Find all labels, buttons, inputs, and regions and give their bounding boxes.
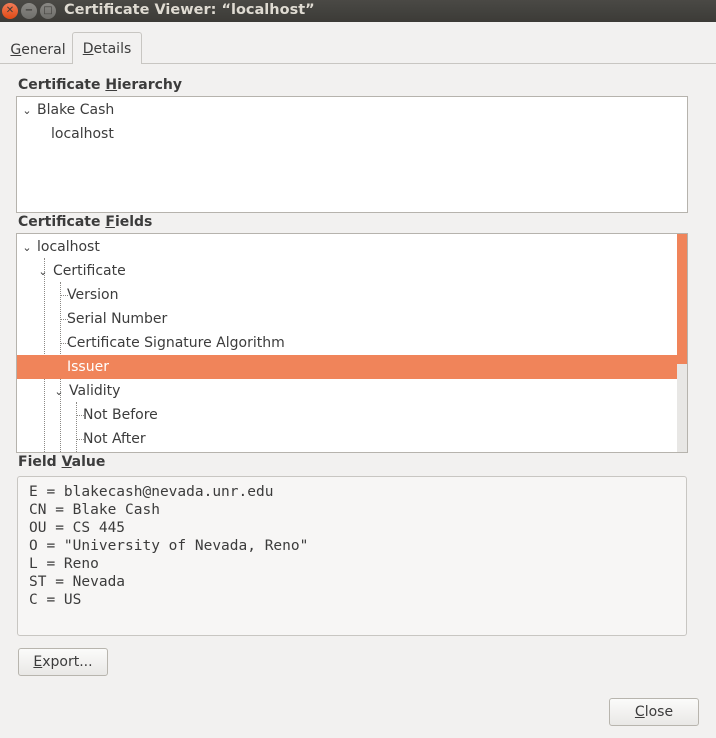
hierarchy-heading-mnemonic: H xyxy=(105,77,118,93)
chevron-down-icon[interactable]: ⌄ xyxy=(53,385,65,398)
fields-heading: Certificate Fields xyxy=(18,214,152,230)
maximize-icon[interactable]: □ xyxy=(40,3,56,19)
tab-general[interactable]: General xyxy=(4,38,72,62)
fields-tree[interactable]: ⌄ localhost ⌄ Certificate Version Serial… xyxy=(16,233,688,453)
hierarchy-row-leaf[interactable]: localhost xyxy=(17,122,687,146)
chevron-down-icon[interactable]: ⌄ xyxy=(21,104,33,117)
fields-heading-mnemonic: F xyxy=(105,214,115,230)
tab-general-mnemonic: G xyxy=(10,42,22,58)
tab-details-mnemonic: D xyxy=(82,40,94,57)
fields-row-label: Not Before xyxy=(83,407,158,423)
window-title: Certificate Viewer: “localhost” xyxy=(64,2,315,18)
fields-row-label: localhost xyxy=(37,239,100,255)
fields-row-not-after[interactable]: Not After xyxy=(17,427,677,451)
fields-row-label: Version xyxy=(67,287,119,303)
hierarchy-heading: Certificate Hierarchy xyxy=(18,77,182,93)
hierarchy-leaf-label: localhost xyxy=(51,126,114,142)
fields-row-label: Certificate Signature Algorithm xyxy=(67,335,285,351)
fields-row-label: Serial Number xyxy=(67,311,168,327)
close-button[interactable]: Close xyxy=(609,698,699,726)
close-icon[interactable]: ✕ xyxy=(2,3,18,19)
chevron-down-icon[interactable]: ⌄ xyxy=(37,265,49,278)
fields-row-issuer[interactable]: Issuer xyxy=(17,355,677,379)
fields-row-localhost[interactable]: ⌄ localhost xyxy=(17,235,677,259)
fields-row-label: Not After xyxy=(83,431,146,447)
fields-heading-pre: Certificate xyxy=(18,214,106,230)
tab-details[interactable]: Details xyxy=(72,32,142,64)
fields-row-label: Issuer xyxy=(67,359,109,375)
fields-row-not-before[interactable]: Not Before xyxy=(17,403,677,427)
close-button-mnemonic: C xyxy=(634,704,645,720)
hierarchy-tree[interactable]: ⌄ Blake Cash localhost xyxy=(16,96,688,213)
tab-details-label: etails xyxy=(93,40,132,57)
field-value-heading-mnemonic: V xyxy=(61,454,72,470)
fields-row-signature-algorithm[interactable]: Certificate Signature Algorithm xyxy=(17,331,677,355)
fields-row-label: Validity xyxy=(69,383,121,399)
fields-row-version[interactable]: Version xyxy=(17,283,677,307)
fields-row-certificate[interactable]: ⌄ Certificate xyxy=(17,259,677,283)
hierarchy-root-label: Blake Cash xyxy=(37,102,115,118)
fields-row-serial-number[interactable]: Serial Number xyxy=(17,307,677,331)
export-button-label: xport... xyxy=(42,654,93,670)
fields-row-label: Certificate xyxy=(53,263,126,279)
field-value-heading-post: alue xyxy=(71,454,106,470)
tab-general-label: eneral xyxy=(21,42,66,58)
hierarchy-heading-pre: Certificate xyxy=(18,77,106,93)
hierarchy-heading-post: ierarchy xyxy=(117,77,183,93)
hierarchy-row-root[interactable]: ⌄ Blake Cash xyxy=(17,98,687,122)
fields-scrollbar-thumb[interactable] xyxy=(677,234,687,364)
tab-active-gap xyxy=(73,63,141,64)
fields-row-validity[interactable]: ⌄ Validity xyxy=(17,379,677,403)
field-value-text[interactable]: E = blakecash@nevada.unr.edu CN = Blake … xyxy=(17,476,687,636)
minimize-icon[interactable]: − xyxy=(21,3,37,19)
chevron-down-icon[interactable]: ⌄ xyxy=(21,241,33,254)
fields-heading-post: ields xyxy=(114,214,153,230)
title-bar: ✕ − □ Certificate Viewer: “localhost” xyxy=(0,0,716,22)
export-button[interactable]: Export... xyxy=(18,648,108,676)
close-button-label: lose xyxy=(644,704,674,720)
fields-scrollbar[interactable] xyxy=(677,234,687,452)
export-button-mnemonic: E xyxy=(33,654,43,670)
field-value-heading: Field Value xyxy=(18,454,105,470)
field-value-heading-pre: Field xyxy=(18,454,62,470)
